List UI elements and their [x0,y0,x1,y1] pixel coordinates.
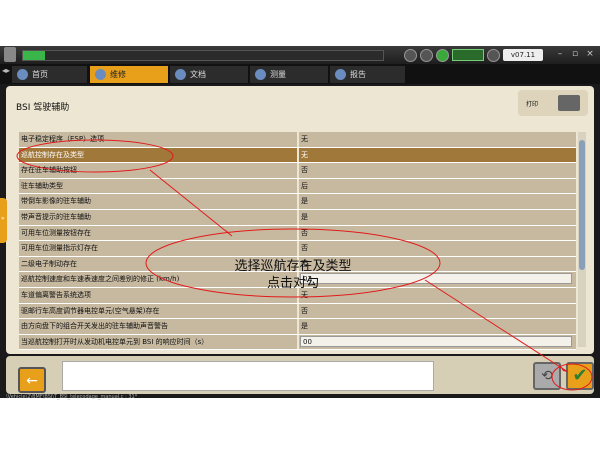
annotation-line2: 点击对勾 [266,276,319,291]
table-row[interactable]: 带倒车影像的驻车辅助是 [19,194,576,210]
minimize-icon[interactable]: – [555,49,565,59]
settings-icon[interactable] [420,48,433,62]
print-button[interactable]: 打印 [518,90,588,116]
tab-measure[interactable]: 测量 [250,66,328,83]
progress-bar [22,50,384,61]
gear-icon[interactable] [404,48,417,62]
table-row[interactable]: 驻车辅助类型后 [19,178,576,195]
side-expand-tab[interactable]: » [0,198,7,243]
close-icon[interactable]: × [585,49,595,59]
table-row[interactable]: 当巡航控制打开时从发动机电控单元到 BSI 的响应时间（s） 00 [19,334,576,351]
battery-icon [452,49,484,61]
confirm-button[interactable]: ✔ [566,362,594,390]
table-row[interactable]: 带声音提示的驻车辅助是 [19,209,576,226]
home-icon [17,69,28,80]
parameter-table: 电子稳定程序（ESP）选项无 巡航控制存在及类型无 存在驻车辅助按钮否 驻车辅助… [19,132,576,351]
nav-arrows-icon[interactable]: ◂▸ [2,66,10,75]
waveform-icon [255,69,266,80]
documents-icon [175,69,186,80]
peugeot-logo-icon [4,47,16,62]
tab-bar: ◂▸ 首页 维修 文档 测量 报告 [0,64,600,84]
top-icons: v07.11 [404,48,543,62]
table-row[interactable]: 驱邮行车高度调节器电控单元(空气悬架)存在否 [19,303,576,320]
table-row[interactable]: 存在驻车辅助按钮否 [19,163,576,179]
table-row[interactable]: 由方向盘下的组合开关发出的驻车辅助声音警告是 [19,319,576,335]
value-input[interactable]: 00 [300,335,572,347]
restore-icon[interactable]: ▫ [570,49,580,59]
tab-home[interactable]: 首页 [12,66,87,83]
top-bar: v07.11 – ▫ × [0,46,600,64]
report-icon [335,69,346,80]
table-row[interactable]: 可用车位测量按钮存在否 [19,225,576,242]
message-box [62,361,434,391]
scrollbar-thumb[interactable] [579,140,585,270]
scrollbar[interactable] [578,132,586,347]
communication-icon [436,48,449,62]
vehicle-icon [487,48,500,62]
table-row[interactable]: 电子稳定程序（ESP）选项无 [19,132,576,148]
page-title: BSI 驾驶辅助 [16,103,70,113]
tab-repair[interactable]: 维修 [90,66,168,83]
table-row-selected[interactable]: 巡航控制存在及类型无 [19,147,576,164]
version-badge: v07.11 [503,49,543,61]
tab-report[interactable]: 报告 [330,66,405,83]
search-icon [95,69,106,80]
bottom-bar: ← ⟲ ✔ [6,356,594,394]
tab-documents[interactable]: 文档 [170,66,248,83]
status-path: \Vehicle\2\BMF\BSI\T_BSI_telecodage_manu… [6,394,138,400]
back-button[interactable]: ← [18,367,46,393]
cancel-button[interactable]: ⟲ [533,362,561,390]
printer-icon [558,95,580,111]
